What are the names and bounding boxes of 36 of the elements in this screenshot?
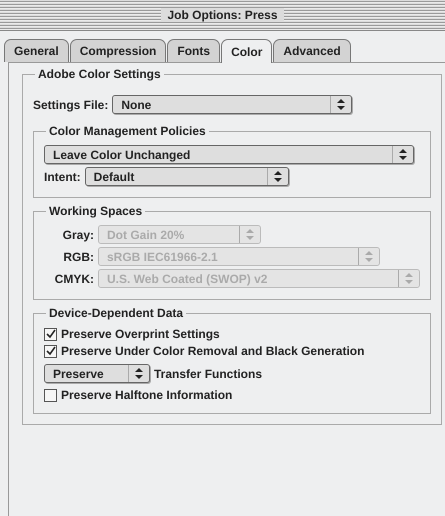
- field-label: Gray:: [62, 228, 94, 242]
- tab[interactable]: General: [4, 39, 69, 62]
- group-title: Working Spaces: [48, 204, 144, 218]
- field-label: Intent:: [44, 170, 81, 184]
- popup-menu[interactable]: Preserve: [44, 364, 150, 383]
- checkbox-box[interactable]: [44, 344, 57, 358]
- checkbox[interactable]: Preserve Overprint Settings: [44, 327, 420, 341]
- tab[interactable]: Advanced: [273, 39, 351, 62]
- checkbox-box[interactable]: [44, 328, 57, 340]
- group-title: Adobe Color Settings: [37, 67, 162, 81]
- field-label: RGB:: [62, 250, 94, 264]
- checkbox-box[interactable]: [44, 388, 57, 402]
- popup-caption: Transfer Functions: [154, 366, 262, 380]
- popup-menu[interactable]: None: [112, 95, 352, 114]
- checkbox-label: Preserve Overprint Settings: [61, 327, 220, 341]
- tab[interactable]: Color: [221, 39, 272, 63]
- stepper-arrows-icon: [405, 273, 413, 284]
- checkbox[interactable]: Preserve Under Color Removal and Black Generation: [44, 344, 420, 358]
- stepper-arrows-icon: [274, 171, 282, 182]
- checkbox-label: Preserve Halftone Information: [61, 388, 232, 402]
- tab[interactable]: Fonts: [167, 39, 220, 62]
- stepper-arrows-icon: [337, 99, 346, 110]
- group-title: Device-Dependent Data: [48, 306, 184, 320]
- stepper-arrows-icon: [246, 229, 254, 240]
- stepper-arrows-icon: [365, 251, 373, 262]
- stepper-arrows-icon: [399, 149, 407, 160]
- checkbox[interactable]: Preserve Halftone Information: [44, 388, 420, 402]
- tab[interactable]: Compression: [70, 39, 166, 62]
- stepper-arrows-icon: [135, 368, 143, 379]
- group-title: Color Management Policies: [48, 124, 207, 138]
- popup-menu[interactable]: Default: [84, 167, 289, 186]
- popup-menu[interactable]: Leave Color Unchanged: [44, 145, 414, 164]
- window-title: Job Options: Press: [161, 8, 284, 22]
- field-label: CMYK:: [54, 272, 94, 286]
- field-label: Settings File:: [33, 98, 108, 112]
- checkbox-label: Preserve Under Color Removal and Black Generation: [61, 344, 364, 358]
